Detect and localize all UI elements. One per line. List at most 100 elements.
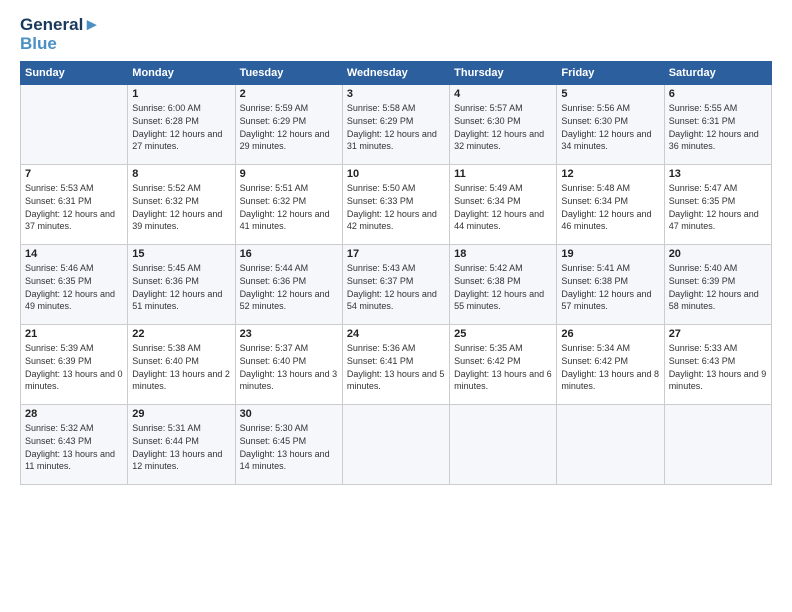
- calendar-cell: 16 Sunrise: 5:44 AM Sunset: 6:36 PM Dayli…: [235, 245, 342, 325]
- day-number: 3: [347, 88, 445, 100]
- calendar-cell: 4 Sunrise: 5:57 AM Sunset: 6:30 PM Daylig…: [450, 85, 557, 165]
- day-number: 24: [347, 328, 445, 340]
- day-number: 1: [132, 88, 230, 100]
- day-detail: Sunrise: 5:33 AM Sunset: 6:43 PM Dayligh…: [669, 342, 767, 392]
- day-detail: Sunrise: 5:37 AM Sunset: 6:40 PM Dayligh…: [240, 342, 338, 392]
- calendar-cell: 11Sunrise: 5:49 AM Sunset: 6:34 PM Dayli…: [450, 165, 557, 245]
- day-detail: Sunrise: 5:51 AM Sunset: 6:32 PM Dayligh…: [240, 182, 338, 232]
- weekday-header: Saturday: [664, 62, 771, 85]
- day-detail: Sunrise: 5:40 AM Sunset: 6:39 PM Dayligh…: [669, 262, 767, 312]
- calendar-cell: 22 Sunrise: 5:38 AM Sunset: 6:40 PM Dayli…: [128, 325, 235, 405]
- calendar-cell: 30 Sunrise: 5:30 AM Sunset: 6:45 PM Dayli…: [235, 405, 342, 485]
- page: General► Blue SundayMondayTuesdayWednesd…: [0, 0, 792, 612]
- logo-line2: Blue: [20, 35, 100, 54]
- day-detail: Sunrise: 5:35 AM Sunset: 6:42 PM Dayligh…: [454, 342, 552, 392]
- day-detail: Sunrise: 5:47 AM Sunset: 6:35 PM Dayligh…: [669, 182, 767, 232]
- day-detail: Sunrise: 5:41 AM Sunset: 6:38 PM Dayligh…: [561, 262, 659, 312]
- day-number: 2: [240, 88, 338, 100]
- day-number: 28: [25, 408, 123, 420]
- logo: General► Blue: [20, 16, 100, 53]
- day-detail: Sunrise: 5:32 AM Sunset: 6:43 PM Dayligh…: [25, 422, 123, 472]
- calendar-cell: 20 Sunrise: 5:40 AM Sunset: 6:39 PM Dayli…: [664, 245, 771, 325]
- weekday-header: Friday: [557, 62, 664, 85]
- day-detail: Sunrise: 5:42 AM Sunset: 6:38 PM Dayligh…: [454, 262, 552, 312]
- calendar-cell: 17 Sunrise: 5:43 AM Sunset: 6:37 PM Dayli…: [342, 245, 449, 325]
- day-number: 10: [347, 168, 445, 180]
- calendar-cell: [21, 85, 128, 165]
- day-detail: Sunrise: 5:45 AM Sunset: 6:36 PM Dayligh…: [132, 262, 230, 312]
- weekday-header: Tuesday: [235, 62, 342, 85]
- day-detail: Sunrise: 5:39 AM Sunset: 6:39 PM Dayligh…: [25, 342, 123, 392]
- calendar-cell: 5 Sunrise: 5:56 AM Sunset: 6:30 PM Daylig…: [557, 85, 664, 165]
- day-detail: Sunrise: 5:50 AM Sunset: 6:33 PM Dayligh…: [347, 182, 445, 232]
- day-detail: Sunrise: 5:56 AM Sunset: 6:30 PM Dayligh…: [561, 102, 659, 152]
- calendar-cell: 14 Sunrise: 5:46 AM Sunset: 6:35 PM Dayli…: [21, 245, 128, 325]
- day-detail: Sunrise: 5:31 AM Sunset: 6:44 PM Dayligh…: [132, 422, 230, 472]
- day-number: 4: [454, 88, 552, 100]
- day-number: 21: [25, 328, 123, 340]
- day-number: 25: [454, 328, 552, 340]
- day-number: 23: [240, 328, 338, 340]
- day-detail: Sunrise: 5:59 AM Sunset: 6:29 PM Dayligh…: [240, 102, 338, 152]
- day-number: 14: [25, 248, 123, 260]
- day-number: 20: [669, 248, 767, 260]
- calendar-cell: 7Sunrise: 5:53 AM Sunset: 6:31 PM Daylig…: [21, 165, 128, 245]
- day-detail: Sunrise: 5:53 AM Sunset: 6:31 PM Dayligh…: [25, 182, 123, 232]
- weekday-header: Sunday: [21, 62, 128, 85]
- calendar-cell: 28 Sunrise: 5:32 AM Sunset: 6:43 PM Dayli…: [21, 405, 128, 485]
- day-number: 12: [561, 168, 659, 180]
- header: General► Blue: [20, 16, 772, 53]
- day-number: 17: [347, 248, 445, 260]
- day-number: 18: [454, 248, 552, 260]
- calendar-cell: 13Sunrise: 5:47 AM Sunset: 6:35 PM Dayli…: [664, 165, 771, 245]
- calendar-cell: 27 Sunrise: 5:33 AM Sunset: 6:43 PM Dayli…: [664, 325, 771, 405]
- calendar-cell: 9 Sunrise: 5:51 AM Sunset: 6:32 PM Daylig…: [235, 165, 342, 245]
- calendar-cell: 2 Sunrise: 5:59 AM Sunset: 6:29 PM Daylig…: [235, 85, 342, 165]
- day-detail: Sunrise: 5:34 AM Sunset: 6:42 PM Dayligh…: [561, 342, 659, 392]
- weekday-header: Wednesday: [342, 62, 449, 85]
- day-number: 11: [454, 168, 552, 180]
- day-number: 8: [132, 168, 230, 180]
- day-detail: Sunrise: 5:55 AM Sunset: 6:31 PM Dayligh…: [669, 102, 767, 152]
- day-number: 9: [240, 168, 338, 180]
- day-detail: Sunrise: 5:46 AM Sunset: 6:35 PM Dayligh…: [25, 262, 123, 312]
- calendar-cell: 6 Sunrise: 5:55 AM Sunset: 6:31 PM Daylig…: [664, 85, 771, 165]
- calendar-cell: 23 Sunrise: 5:37 AM Sunset: 6:40 PM Dayli…: [235, 325, 342, 405]
- day-detail: Sunrise: 5:43 AM Sunset: 6:37 PM Dayligh…: [347, 262, 445, 312]
- day-number: 15: [132, 248, 230, 260]
- calendar-cell: 3Sunrise: 5:58 AM Sunset: 6:29 PM Daylig…: [342, 85, 449, 165]
- logo-line1: General►: [20, 16, 100, 35]
- calendar-table: SundayMondayTuesdayWednesdayThursdayFrid…: [20, 61, 772, 485]
- calendar-cell: 19 Sunrise: 5:41 AM Sunset: 6:38 PM Dayli…: [557, 245, 664, 325]
- calendar-cell: [450, 405, 557, 485]
- calendar-cell: 8 Sunrise: 5:52 AM Sunset: 6:32 PM Daylig…: [128, 165, 235, 245]
- day-number: 19: [561, 248, 659, 260]
- day-number: 16: [240, 248, 338, 260]
- day-number: 6: [669, 88, 767, 100]
- day-detail: Sunrise: 5:48 AM Sunset: 6:34 PM Dayligh…: [561, 182, 659, 232]
- day-number: 29: [132, 408, 230, 420]
- day-detail: Sunrise: 5:30 AM Sunset: 6:45 PM Dayligh…: [240, 422, 338, 472]
- day-detail: Sunrise: 5:52 AM Sunset: 6:32 PM Dayligh…: [132, 182, 230, 232]
- calendar-cell: 10 Sunrise: 5:50 AM Sunset: 6:33 PM Dayli…: [342, 165, 449, 245]
- day-detail: Sunrise: 5:57 AM Sunset: 6:30 PM Dayligh…: [454, 102, 552, 152]
- weekday-header: Thursday: [450, 62, 557, 85]
- calendar-cell: [557, 405, 664, 485]
- calendar-cell: 24 Sunrise: 5:36 AM Sunset: 6:41 PM Dayli…: [342, 325, 449, 405]
- day-detail: Sunrise: 5:36 AM Sunset: 6:41 PM Dayligh…: [347, 342, 445, 392]
- day-number: 26: [561, 328, 659, 340]
- day-number: 5: [561, 88, 659, 100]
- calendar-cell: [342, 405, 449, 485]
- calendar-cell: 15 Sunrise: 5:45 AM Sunset: 6:36 PM Dayli…: [128, 245, 235, 325]
- day-detail: Sunrise: 5:38 AM Sunset: 6:40 PM Dayligh…: [132, 342, 230, 392]
- calendar-cell: 21 Sunrise: 5:39 AM Sunset: 6:39 PM Dayli…: [21, 325, 128, 405]
- day-detail: Sunrise: 5:44 AM Sunset: 6:36 PM Dayligh…: [240, 262, 338, 312]
- day-number: 22: [132, 328, 230, 340]
- day-detail: Sunrise: 6:00 AM Sunset: 6:28 PM Dayligh…: [132, 102, 230, 152]
- day-number: 27: [669, 328, 767, 340]
- calendar-cell: 12 Sunrise: 5:48 AM Sunset: 6:34 PM Dayli…: [557, 165, 664, 245]
- calendar-cell: [664, 405, 771, 485]
- day-number: 30: [240, 408, 338, 420]
- calendar-cell: 29 Sunrise: 5:31 AM Sunset: 6:44 PM Dayli…: [128, 405, 235, 485]
- calendar-cell: 18 Sunrise: 5:42 AM Sunset: 6:38 PM Dayli…: [450, 245, 557, 325]
